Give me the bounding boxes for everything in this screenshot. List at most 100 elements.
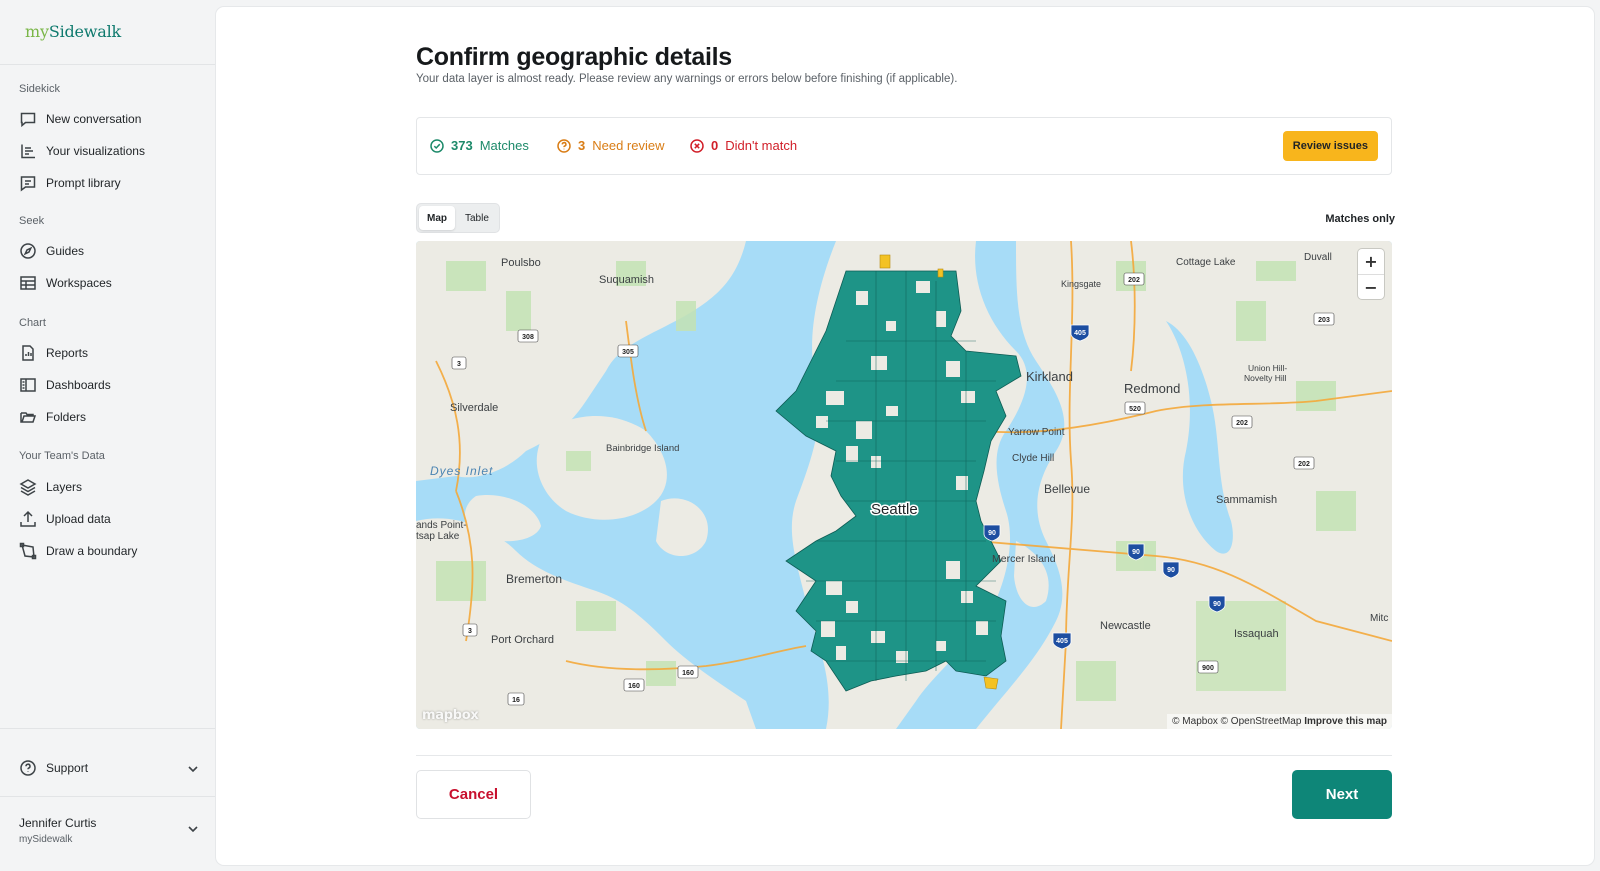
map-label-sands-point: ands Point-	[416, 520, 467, 531]
matches-only-filter[interactable]: Matches only	[1325, 213, 1395, 225]
map-label-mercer-island: Mercer Island	[992, 553, 1056, 565]
highway-shield: 3	[457, 361, 461, 368]
sidebar-item-guides[interactable]: Guides	[19, 240, 199, 262]
map-label-clyde-hill: Clyde Hill	[1012, 453, 1054, 464]
main-card: Confirm geographic details Your data lay…	[216, 7, 1594, 865]
sidebar-divider	[0, 796, 215, 797]
view-toggle: Map Table	[416, 203, 500, 233]
message-lines-icon	[19, 174, 37, 192]
highway-shield: 90	[1213, 601, 1221, 608]
match-status-bar: 373 Matches 3 Need review 0 Didn't match…	[416, 117, 1392, 175]
chevron-down-icon[interactable]	[187, 822, 199, 834]
check-circle-icon	[430, 138, 444, 153]
sidebar-item-upload-data[interactable]: Upload data	[19, 508, 199, 530]
highway-shield: 160	[682, 670, 694, 677]
highway-shield: 16	[512, 697, 520, 704]
map-label-union-hill: Union Hill-	[1248, 363, 1287, 373]
table-icon	[19, 274, 37, 292]
highway-shield: 3	[468, 628, 472, 635]
chat-bubble-icon	[19, 110, 37, 128]
sidebar-section-team-data: Your Team's Data	[19, 450, 105, 462]
sidebar-divider	[0, 728, 215, 729]
map-label-mitc: Mitc	[1370, 613, 1388, 624]
matches-stat: 373 Matches	[430, 138, 529, 153]
zoom-out-button[interactable]: −	[1358, 274, 1384, 299]
sidebar-section-seek: Seek	[19, 215, 45, 227]
bar-chart-icon	[19, 142, 37, 160]
user-menu[interactable]: Jennifer Curtis mySidewalk	[19, 816, 199, 845]
highway-shield: 202	[1298, 461, 1310, 468]
highway-shield: 202	[1128, 277, 1140, 284]
highway-shield: 520	[1129, 406, 1141, 413]
improve-map-link[interactable]: Improve this map	[1304, 716, 1387, 727]
mapbox-logo[interactable]: mapbox	[422, 708, 479, 723]
review-issues-button[interactable]: Review issues	[1282, 131, 1378, 161]
sidebar-item-reports[interactable]: Reports	[19, 342, 199, 364]
highway-shield: 160	[628, 683, 640, 690]
highway-shield: 90	[1167, 567, 1175, 574]
map-label-bellevue: Bellevue	[1044, 482, 1090, 496]
map-label-kingsgate: Kingsgate	[1061, 279, 1101, 289]
map-label-kirkland: Kirkland	[1026, 369, 1073, 384]
sidebar-item-layers[interactable]: Layers	[19, 476, 199, 498]
map-label-kitsap-lake: tsap Lake	[416, 531, 460, 542]
map-view[interactable]: 308 3 305 202 405 203 520 202 202 90 90 …	[416, 241, 1392, 729]
chevron-down-icon[interactable]	[187, 762, 199, 774]
sidebar: mySidewalk Sidekick New conversation You…	[0, 0, 215, 871]
folder-icon	[19, 408, 37, 426]
sidebar-item-workspaces[interactable]: Workspaces	[19, 272, 199, 294]
map-canvas[interactable]: 308 3 305 202 405 203 520 202 202 90 90 …	[416, 241, 1392, 729]
page-title: Confirm geographic details	[416, 43, 732, 71]
mysidewalk-logo[interactable]: mySidewalk	[25, 22, 121, 41]
footer-divider	[416, 755, 1392, 756]
highway-shield: 405	[1074, 330, 1086, 337]
map-label-port-orchard: Port Orchard	[491, 634, 554, 646]
sidebar-section-chart: Chart	[19, 317, 46, 329]
sidebar-item-dashboards[interactable]: Dashboards	[19, 374, 199, 396]
sidebar-item-draw-boundary[interactable]: Draw a boundary	[19, 540, 199, 562]
map-label-poulsbo: Poulsbo	[501, 257, 541, 269]
sidebar-section-sidekick: Sidekick	[19, 83, 60, 95]
highway-shield: 308	[522, 334, 534, 341]
map-label-suquamish: Suquamish	[599, 274, 654, 286]
highway-shield: 900	[1202, 665, 1214, 672]
map-zoom-controls: + −	[1358, 249, 1384, 299]
map-label-newcastle: Newcastle	[1100, 620, 1151, 632]
map-label-cottage-lake: Cottage Lake	[1176, 257, 1236, 268]
sidebar-item-support[interactable]: Support	[19, 757, 199, 779]
map-label-redmond: Redmond	[1124, 381, 1180, 396]
next-button[interactable]: Next	[1292, 770, 1392, 819]
report-icon	[19, 344, 37, 362]
tab-table[interactable]: Table	[457, 206, 497, 230]
map-label-dyes-inlet: Dyes Inlet	[430, 464, 493, 478]
highway-shield: 202	[1236, 420, 1248, 427]
user-org: mySidewalk	[19, 834, 73, 845]
compass-icon	[19, 242, 37, 260]
tab-map[interactable]: Map	[419, 206, 455, 230]
question-circle-icon	[557, 138, 571, 153]
upload-icon	[19, 510, 37, 528]
sidebar-item-your-visualizations[interactable]: Your visualizations	[19, 140, 199, 162]
map-label-yarrow-point: Yarrow Point	[1008, 427, 1065, 438]
map-label-issaquah: Issaquah	[1234, 628, 1279, 640]
layers-icon	[19, 478, 37, 496]
sidebar-item-new-conversation[interactable]: New conversation	[19, 108, 199, 130]
x-circle-icon	[690, 138, 704, 153]
help-circle-icon	[19, 759, 37, 777]
dashboard-icon	[19, 376, 37, 394]
map-label-seattle: Seattle	[871, 501, 918, 518]
map-attribution: © Mapbox © OpenStreetMap Improve this ma…	[1167, 714, 1392, 729]
highway-shield: 90	[988, 530, 996, 537]
sidebar-item-prompt-library[interactable]: Prompt library	[19, 172, 199, 194]
highway-shield: 305	[622, 349, 634, 356]
cancel-button[interactable]: Cancel	[416, 770, 531, 819]
didnt-match-stat: 0 Didn't match	[690, 138, 797, 153]
zoom-in-button[interactable]: +	[1358, 249, 1384, 274]
draw-boundary-icon	[19, 542, 37, 560]
highway-shield: 90	[1132, 549, 1140, 556]
user-name: Jennifer Curtis	[19, 816, 97, 830]
sidebar-item-folders[interactable]: Folders	[19, 406, 199, 428]
map-label-bainbridge: Bainbridge Island	[606, 443, 679, 454]
map-label-bremerton: Bremerton	[506, 572, 562, 586]
sidebar-divider	[0, 64, 215, 65]
